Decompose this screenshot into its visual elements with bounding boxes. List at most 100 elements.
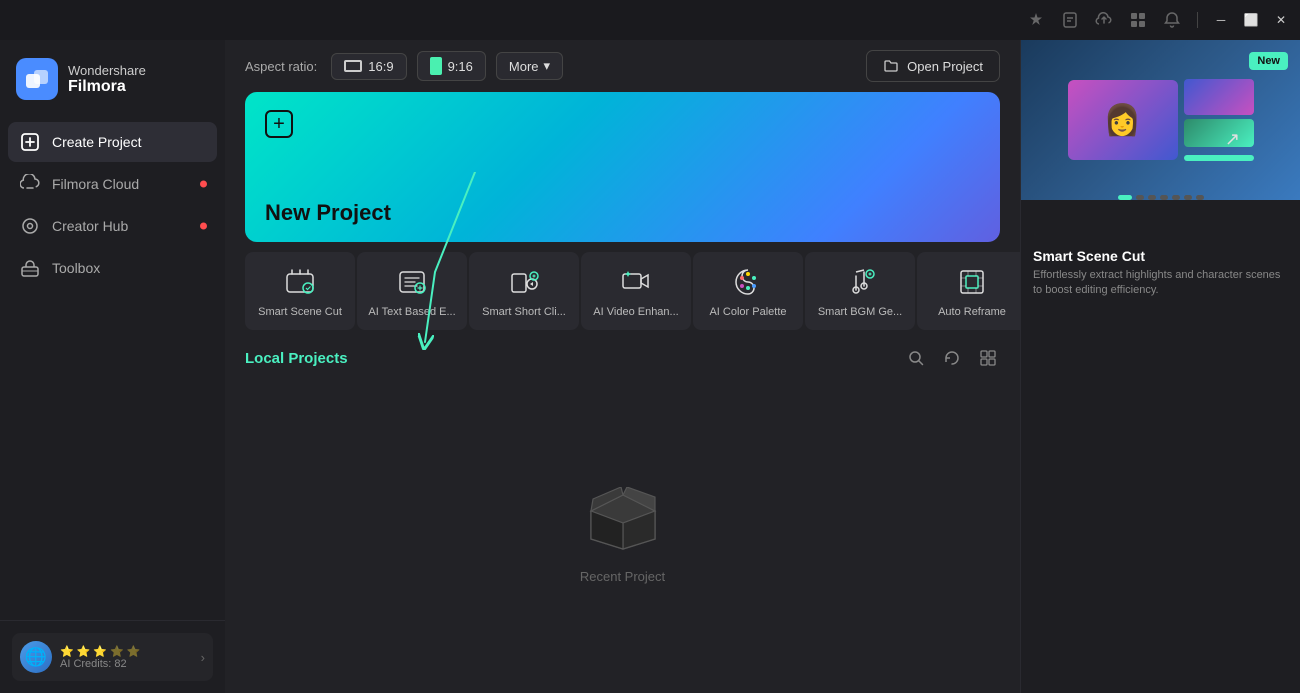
text-based-icon — [394, 264, 430, 300]
dot-5[interactable] — [1172, 195, 1180, 200]
dot-7[interactable] — [1196, 195, 1204, 200]
new-project-title: New Project — [265, 200, 391, 226]
thumb-sm-2 — [1184, 119, 1254, 147]
folder-icon — [883, 58, 899, 74]
product-name: Filmora — [68, 78, 146, 96]
color-palette-icon — [730, 264, 766, 300]
sidebar-nav: Create Project Filmora Cloud — [0, 122, 225, 560]
dot-2[interactable] — [1136, 195, 1144, 200]
ai-tools-row: Smart Scene Cut AI Text Based E... — [225, 252, 1020, 330]
apps-icon[interactable] — [1129, 11, 1147, 29]
window-controls: ─ ⬜ ✕ — [1027, 11, 1288, 29]
sidebar-item-creator-hub[interactable]: Creator Hub — [8, 206, 217, 246]
dot-1[interactable] — [1118, 195, 1132, 200]
more-button[interactable]: More ▾ — [496, 52, 563, 80]
sidebar: Wondershare Filmora Create Project — [0, 40, 225, 693]
app-body: Wondershare Filmora Create Project — [0, 40, 1300, 693]
ai-credits-info: ⭐⭐⭐⭐⭐ AI Credits: 82 — [60, 645, 193, 670]
ai-credits-label: AI Credits: 82 — [60, 658, 193, 670]
featured-image: 👩 ↗ New — [1021, 40, 1300, 200]
close-button[interactable]: ✕ — [1274, 13, 1288, 27]
ai-tool-video-enhance[interactable]: AI Video Enhan... — [581, 252, 691, 330]
creator-hub-icon — [20, 216, 40, 236]
sidebar-item-label: Toolbox — [52, 260, 100, 276]
toolbar-right: Open Project — [866, 50, 1000, 82]
ai-tool-text-based[interactable]: AI Text Based E... — [357, 252, 467, 330]
local-projects-title: Local Projects — [245, 350, 348, 367]
cloud-upload-icon[interactable] — [1095, 11, 1113, 29]
ratio-9-16-icon — [430, 57, 442, 75]
ratio-9-16-button[interactable]: 9:16 — [417, 51, 486, 81]
new-badge: New — [1249, 52, 1288, 70]
ai-tool-smart-scene-cut[interactable]: Smart Scene Cut — [245, 252, 355, 330]
bell-icon[interactable] — [1163, 11, 1181, 29]
empty-state-label: Recent Project — [580, 569, 665, 584]
notification-dot — [200, 223, 207, 230]
bgm-icon — [842, 264, 878, 300]
ai-tool-label: AI Text Based E... — [368, 306, 455, 318]
dot-3[interactable] — [1148, 195, 1156, 200]
new-project-plus-icon: + — [265, 110, 293, 138]
globe-icon: 🌐 — [20, 641, 52, 673]
ratio-9-16-label: 9:16 — [448, 59, 473, 74]
ai-tool-label: Smart Scene Cut — [258, 306, 342, 318]
empty-state: Recent Project — [225, 378, 1020, 693]
grid-view-button[interactable] — [976, 346, 1000, 370]
logo-text: Wondershare Filmora — [68, 63, 146, 96]
ai-tool-color-palette[interactable]: AI Color Palette — [693, 252, 803, 330]
ai-tool-label: AI Video Enhan... — [593, 306, 678, 318]
search-projects-button[interactable] — [904, 346, 928, 370]
featured-desc: Effortlessly extract highlights and char… — [1033, 268, 1288, 299]
brand-name: Wondershare — [68, 63, 146, 78]
ai-tool-auto-reframe[interactable]: Auto Reframe — [917, 252, 1020, 330]
separator — [1197, 12, 1198, 28]
sidebar-item-filmora-cloud[interactable]: Filmora Cloud — [8, 164, 217, 204]
cloud-icon — [20, 174, 40, 194]
clipboard-icon[interactable] — [1061, 11, 1079, 29]
featured-thumb-large: 👩 — [1068, 80, 1178, 160]
open-project-button[interactable]: Open Project — [866, 50, 1000, 82]
notification-icon[interactable] — [1027, 11, 1045, 29]
featured-info: Smart Scene Cut Effortlessly extract hig… — [1021, 240, 1300, 307]
sidebar-footer: 🌐 ⭐⭐⭐⭐⭐ AI Credits: 82 › — [0, 620, 225, 693]
ai-credits-widget[interactable]: 🌐 ⭐⭐⭐⭐⭐ AI Credits: 82 › — [12, 633, 213, 681]
sidebar-item-label: Creator Hub — [52, 218, 128, 234]
smart-short-icon — [506, 264, 542, 300]
local-projects-actions — [904, 346, 1000, 370]
new-project-banner[interactable]: + New Project — [245, 92, 1000, 242]
chevron-down-icon: ▾ — [544, 58, 551, 74]
sidebar-item-create-project[interactable]: Create Project — [8, 122, 217, 162]
sidebar-item-label: Create Project — [52, 134, 141, 150]
video-enhance-icon — [618, 264, 654, 300]
ai-tool-bgm[interactable]: Smart BGM Ge... — [805, 252, 915, 330]
banner-wrapper: + New Project — [245, 92, 1000, 242]
notification-dot — [200, 181, 207, 188]
more-label: More — [509, 59, 539, 74]
featured-title: Smart Scene Cut — [1033, 248, 1288, 264]
app-logo: Wondershare Filmora — [0, 40, 225, 122]
maximize-button[interactable]: ⬜ — [1244, 13, 1258, 27]
ai-tool-label: Smart Short Cli... — [482, 306, 566, 318]
smart-scene-cut-icon — [282, 264, 318, 300]
dot-6[interactable] — [1184, 195, 1192, 200]
thumb-bar — [1184, 155, 1254, 161]
minimize-button[interactable]: ─ — [1214, 13, 1228, 27]
featured-card: 👩 ↗ New — [1021, 40, 1300, 240]
ratio-16-9-label: 16:9 — [368, 59, 393, 74]
title-bar: ─ ⬜ ✕ — [0, 0, 1300, 40]
featured-img-content: 👩 — [1058, 69, 1264, 171]
ai-tool-label: Smart BGM Ge... — [818, 306, 902, 318]
ai-stars: ⭐⭐⭐⭐⭐ — [60, 645, 193, 658]
dot-4[interactable] — [1160, 195, 1168, 200]
cursor-icon: ↗ — [1225, 129, 1240, 150]
create-project-icon — [20, 132, 40, 152]
refresh-projects-button[interactable] — [940, 346, 964, 370]
logo-icon — [16, 58, 58, 100]
empty-box-icon — [583, 487, 663, 557]
toolbar: Aspect ratio: 16:9 9:16 More ▾ Open Proj… — [225, 40, 1020, 92]
local-projects-section: Local Projects — [225, 330, 1020, 378]
auto-reframe-icon — [954, 264, 990, 300]
ratio-16-9-button[interactable]: 16:9 — [331, 53, 406, 80]
sidebar-item-toolbox[interactable]: Toolbox — [8, 248, 217, 288]
ai-tool-smart-short[interactable]: Smart Short Cli... — [469, 252, 579, 330]
